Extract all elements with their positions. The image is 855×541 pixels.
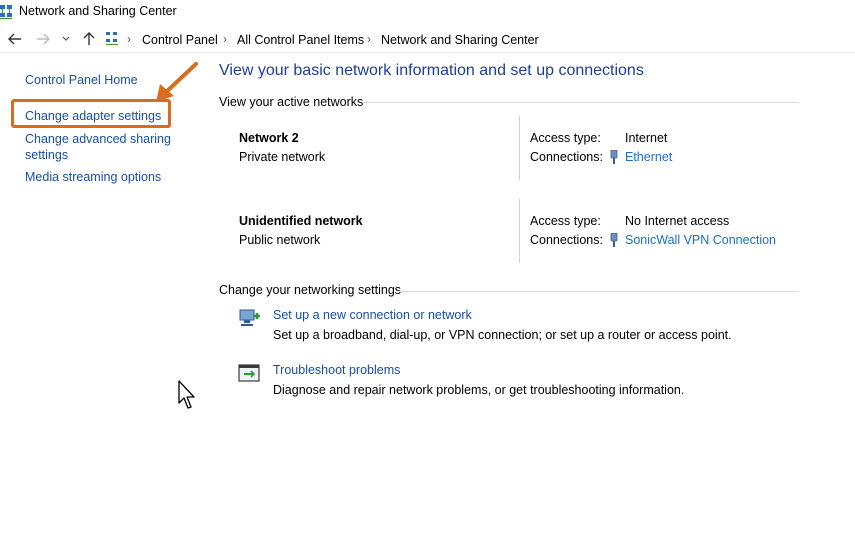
breadcrumb-control-panel[interactable]: Control Panel	[142, 33, 218, 47]
access-type-label: Access type:	[530, 214, 601, 228]
breadcrumb-network-center[interactable]: Network and Sharing Center	[381, 33, 539, 47]
sidebar-item-change-advanced-sharing[interactable]: Change advanced sharing settings	[25, 131, 175, 163]
connection-link-ethernet[interactable]: Ethernet	[625, 150, 672, 164]
vpn-connection-icon	[609, 232, 619, 247]
window-title: Network and Sharing Center	[19, 4, 177, 18]
troubleshoot-icon	[238, 362, 262, 386]
connections-label: Connections:	[530, 150, 603, 164]
breadcrumb-separator: ›	[223, 32, 227, 46]
sidebar-item-control-panel-home[interactable]: Control Panel Home	[25, 72, 138, 88]
forward-arrow-icon[interactable]	[35, 31, 51, 47]
network-name: Unidentified network	[239, 214, 363, 228]
annotation-arrow-icon	[150, 60, 200, 106]
up-arrow-icon[interactable]	[81, 31, 97, 47]
section-divider	[362, 102, 799, 103]
control-panel-icon	[106, 32, 120, 46]
breadcrumb-separator: ›	[127, 32, 131, 46]
troubleshoot-description: Diagnose and repair network problems, or…	[273, 383, 685, 397]
page-title: View your basic network information and …	[219, 62, 644, 79]
sidebar-item-change-adapter-settings[interactable]: Change adapter settings	[25, 108, 161, 124]
setup-connection-description: Set up a broadband, dial-up, or VPN conn…	[273, 328, 732, 342]
network-center-icon	[0, 4, 12, 20]
troubleshoot-link[interactable]: Troubleshoot problems	[273, 363, 400, 377]
active-networks-header: View your active networks	[219, 95, 364, 109]
network-divider	[519, 116, 520, 180]
network-name: Network 2	[239, 131, 299, 145]
ethernet-icon	[609, 149, 619, 164]
breadcrumb-all-items[interactable]: All Control Panel Items	[237, 33, 364, 47]
sidebar-item-media-streaming[interactable]: Media streaming options	[25, 169, 161, 185]
title-bar: Network and Sharing Center	[0, 0, 855, 26]
chevron-down-icon[interactable]	[61, 31, 71, 47]
new-connection-icon	[238, 306, 262, 330]
access-type-value: Internet	[625, 131, 668, 145]
network-divider	[519, 199, 520, 263]
network-category: Private network	[239, 150, 326, 164]
setup-connection-link[interactable]: Set up a new connection or network	[273, 308, 472, 322]
access-type-label: Access type:	[530, 131, 601, 145]
breadcrumb-separator: ›	[367, 32, 371, 46]
mouse-pointer-icon	[178, 380, 196, 410]
access-type-value: No Internet access	[625, 214, 730, 228]
section-divider	[398, 291, 799, 292]
back-arrow-icon[interactable]	[7, 31, 23, 47]
connection-link-sonicwall-vpn[interactable]: SonicWall VPN Connection	[625, 233, 776, 247]
network-category: Public network	[239, 233, 321, 247]
networking-settings-header: Change your networking settings	[219, 283, 402, 297]
address-bar: › Control Panel › All Control Panel Item…	[0, 27, 855, 53]
connections-label: Connections:	[530, 233, 603, 247]
